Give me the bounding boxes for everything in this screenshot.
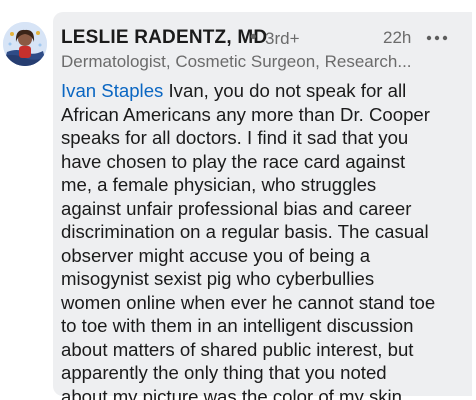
avatar[interactable] (3, 22, 47, 66)
ellipsis-icon (426, 35, 448, 41)
comment-line: discrimination on a regular basis. The c… (61, 221, 429, 242)
comment-line: me, a female physician, who struggles (61, 174, 377, 195)
comment-line: women online when ever he cannot stand t… (61, 291, 436, 313)
comment-line: misogynist sexist pig who cyberbullies (61, 268, 375, 289)
comment-line: have chosen to play the race card agains… (61, 150, 406, 172)
comment-line: Ivan Staples Ivan, you do not speak for … (61, 79, 466, 103)
author-headline: Dermatologist, Cosmetic Surgeon, Researc… (61, 52, 412, 71)
comment-line: African Americans any more than Dr. Coop… (61, 103, 430, 125)
separator-dot: • (250, 27, 257, 48)
more-options-button[interactable] (423, 28, 451, 48)
comment-line: against unfair professional bias and car… (61, 197, 412, 219)
comment-text: Ivan Staples Ivan, you do not speak for … (61, 79, 466, 400)
connection-degree: 3rd+ (265, 29, 300, 48)
comment-line: about my picture was the color of my ski… (61, 385, 408, 400)
comment-line-text: Ivan, you do not speak for all (163, 80, 407, 101)
avatar-image (3, 22, 47, 66)
comment-bubble: LESLIE RADENTZ, MD • 3rd+ 22h Dermatolog… (53, 12, 472, 400)
comment-line: about matters of shared public interest,… (61, 338, 414, 360)
comment-line: observer might accuse you of being a (61, 244, 371, 266)
comment-thread: LESLIE RADENTZ, MD • 3rd+ 22h Dermatolog… (0, 0, 476, 400)
author-name[interactable]: LESLIE RADENTZ, MD (61, 27, 267, 49)
timestamp: 22h (383, 28, 412, 47)
comment-line: to toe with them in an intelligent discu… (61, 315, 414, 336)
comment-line: apparently the only thing that you noted (61, 362, 387, 383)
mention-link[interactable]: Ivan Staples (61, 80, 163, 101)
comment-line: speaks for all doctors. I find it sad th… (61, 127, 409, 148)
